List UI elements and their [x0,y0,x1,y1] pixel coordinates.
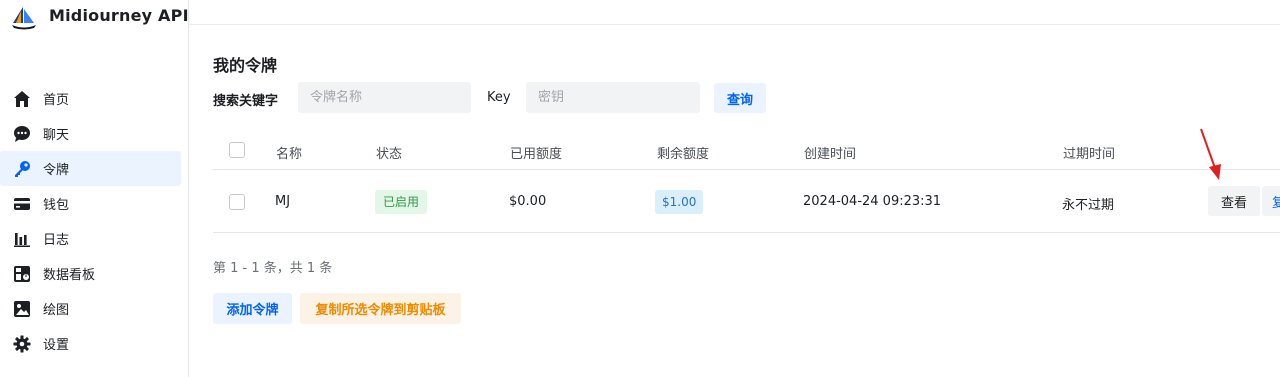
pagination-info: 第 1 - 1 条，共 1 条 [213,261,333,276]
status-badge: 已启用 [375,190,428,214]
column-header-remaining: 剩余额度 [657,147,710,162]
key-icon [12,159,32,179]
search-keyword-label: 搜索关键字 [213,94,279,109]
key-label: Key [487,90,511,105]
sidebar-item-label: 钱包 [43,198,70,213]
created-time: 2024-04-24 09:23:31 [803,194,942,209]
home-icon [12,89,32,109]
column-header-expires: 过期时间 [1063,147,1116,162]
sidebar-item-label: 日志 [43,233,70,248]
expire-time: 永不过期 [1062,198,1115,213]
sailboat-logo-icon [12,7,36,30]
page-title: 我的令牌 [213,56,278,75]
query-button[interactable]: 查询 [714,83,766,113]
gear-icon [12,334,32,354]
app-window: Midiourney API 首页 聊天 令牌 钱包 日志 数据看板 绘图 设置… [0,0,1280,377]
sidebar-item-dashboard[interactable]: 数据看板 [0,256,181,291]
column-header-name: 名称 [276,147,303,162]
remaining-quota-badge: $1.00 [655,190,704,214]
sidebar-item-settings[interactable]: 设置 [0,326,181,361]
bar-chart-icon [12,229,32,249]
row-checkbox[interactable] [229,194,245,210]
table-row: MJ 已启用 $0.00 $1.00 2024-04-24 09:23:31 永… [213,171,1280,233]
select-all-checkbox[interactable] [229,142,245,158]
view-button[interactable]: 查看 [1208,186,1260,216]
chat-icon [12,124,32,144]
sidebar-item-label: 设置 [43,338,70,353]
column-header-status: 状态 [376,147,403,162]
sidebar-item-chat[interactable]: 聊天 [0,116,181,151]
sidebar-item-tokens[interactable]: 令牌 [0,151,181,186]
sidebar: Midiourney API 首页 聊天 令牌 钱包 日志 数据看板 绘图 设置 [0,0,189,377]
brand[interactable] [10,4,38,32]
sidebar-item-wallet[interactable]: 钱包 [0,186,181,221]
sidebar-item-label: 绘图 [43,303,70,318]
add-token-button[interactable]: 添加令牌 [213,293,292,324]
sidebar-nav: 首页 聊天 令牌 钱包 日志 数据看板 绘图 设置 [0,81,189,361]
used-quota: $0.00 [509,194,547,209]
sidebar-item-label: 聊天 [43,128,70,143]
wallet-icon [12,194,32,214]
column-header-created: 创建时间 [804,147,857,162]
sidebar-item-logs[interactable]: 日志 [0,221,181,256]
sidebar-item-label: 令牌 [43,163,70,178]
key-input[interactable] [526,82,700,113]
sidebar-item-drawing[interactable]: 绘图 [0,291,181,326]
main-content: 我的令牌 搜索关键字 Key 查询 名称 状态 已用额度 剩余额度 创建时间 过… [189,25,1280,377]
annotation-arrow-icon [1200,128,1221,180]
copy-selected-tokens-button[interactable]: 复制所选令牌到剪贴板 [300,293,461,324]
app-title: Midiourney API [49,6,189,25]
sidebar-item-home[interactable]: 首页 [0,81,181,116]
column-header-used: 已用额度 [510,147,563,162]
table-header: 名称 状态 已用额度 剩余额度 创建时间 过期时间 [213,131,1280,170]
token-name-input[interactable] [298,82,471,113]
sidebar-item-label: 数据看板 [43,268,96,283]
sidebar-item-label: 首页 [43,93,70,108]
image-icon [12,299,32,319]
copy-button[interactable]: 复 [1262,186,1280,216]
dashboard-icon [12,264,32,284]
token-name: MJ [275,194,291,209]
